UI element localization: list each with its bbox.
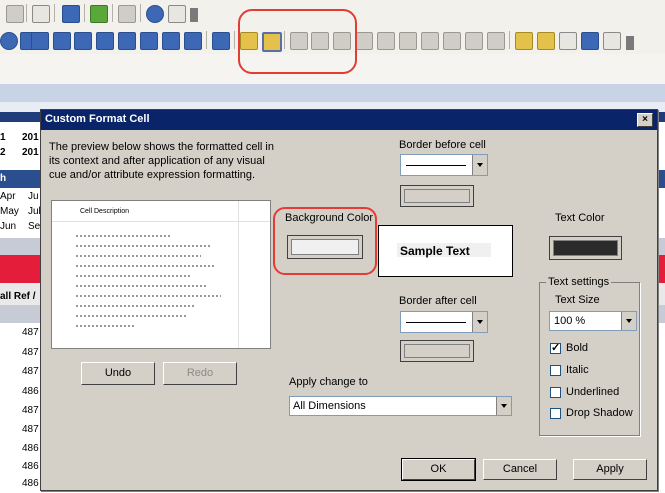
edit-icon[interactable] [118, 5, 136, 23]
calendar-icon[interactable] [162, 32, 180, 50]
preview-row [76, 295, 221, 297]
apply-change-label: Apply change to [289, 376, 368, 388]
preview-pane: Cell Description [51, 200, 271, 349]
drop-shadow-label: Drop Shadow [566, 407, 633, 419]
border-before-select[interactable] [400, 154, 488, 176]
preview-description: The preview below shows the formatted ce… [49, 141, 274, 181]
align-top-icon[interactable] [377, 32, 395, 50]
cancel-button[interactable]: Cancel [483, 459, 557, 480]
underlined-label: Underlined [566, 386, 620, 398]
dropdown-icon[interactable] [96, 32, 114, 50]
preview-row [76, 245, 211, 247]
chevron-down-icon[interactable] [472, 312, 487, 332]
text-color-swatch[interactable] [549, 236, 622, 260]
button-icon[interactable] [31, 32, 49, 50]
apply-change-select[interactable]: All Dimensions [289, 396, 512, 416]
toolbar-separator [509, 31, 510, 49]
line-style-preview [406, 165, 466, 166]
ok-button[interactable]: OK [401, 458, 476, 481]
preview-gridline [52, 221, 270, 222]
italic-checkbox[interactable] [550, 365, 561, 376]
preview-row [76, 285, 206, 287]
text-color-label: Text Color [555, 212, 605, 224]
align-middle-icon[interactable] [399, 32, 417, 50]
text-size-label: Text Size [555, 294, 600, 306]
drop-shadow-checkbox[interactable] [550, 408, 561, 419]
text-settings-label: Text settings [546, 276, 612, 288]
find-icon[interactable] [6, 5, 24, 23]
user-icon[interactable] [184, 32, 202, 50]
folder-icon[interactable] [537, 32, 555, 50]
text-size-select[interactable]: 100 % [549, 311, 637, 331]
line-style-preview [406, 322, 466, 323]
sheet-cell: all Ref / [0, 291, 36, 302]
sheet-top-band [0, 84, 665, 102]
apply-change-value: All Dimensions [293, 400, 366, 412]
search-icon[interactable] [140, 32, 158, 50]
same-height-icon[interactable] [487, 32, 505, 50]
toolbar-separator [112, 4, 113, 22]
preview-row [76, 255, 201, 257]
sample-text: Sample Text [400, 244, 470, 258]
toolbar-separator [54, 4, 55, 22]
toolbar-separator [206, 31, 207, 49]
undo-button[interactable]: Undo [81, 362, 155, 385]
context-help-icon[interactable] [168, 5, 186, 23]
navigate-icon[interactable] [0, 32, 18, 50]
sample-text-box: Sample Text [378, 225, 513, 277]
link-icon[interactable] [515, 32, 533, 50]
toolbar-separator [234, 31, 235, 49]
help-icon[interactable] [146, 5, 164, 23]
checkbox-icon[interactable] [32, 5, 50, 23]
preview-row [76, 275, 191, 277]
chart-icon[interactable] [212, 32, 230, 50]
align-bottom-icon[interactable] [421, 32, 439, 50]
custom-format-cell-dialog: Custom Format Cell × The preview below s… [40, 109, 658, 491]
toolbar-overflow-icon[interactable] [626, 36, 634, 50]
toolbar-separator [26, 4, 27, 22]
bold-label: Bold [566, 342, 589, 354]
toolbar-separator [84, 4, 85, 22]
bold-checkbox[interactable] [550, 341, 561, 354]
distribute-vertical-icon[interactable] [443, 32, 461, 50]
italic-label: Italic [566, 364, 589, 376]
toolbar-overflow-icon[interactable] [190, 8, 198, 22]
edit-document-icon[interactable] [559, 32, 577, 50]
preview-row [76, 235, 171, 237]
border-after-select[interactable] [400, 311, 488, 333]
list-icon[interactable] [74, 32, 92, 50]
chart-icon[interactable] [62, 5, 80, 23]
toolbar-separator [140, 4, 141, 22]
dialog-title: Custom Format Cell [45, 113, 150, 125]
preview-gridline [238, 201, 239, 348]
border-before-color[interactable] [400, 185, 474, 207]
border-before-label: Border before cell [399, 139, 486, 151]
underlined-checkbox[interactable] [550, 387, 561, 398]
sheet-cell: h [0, 173, 7, 184]
preview-header: Cell Description [80, 208, 130, 215]
bookmark-icon[interactable] [118, 32, 136, 50]
highlight-oval [238, 9, 357, 74]
text-icon[interactable] [53, 32, 71, 50]
chevron-down-icon[interactable] [621, 312, 636, 330]
redo-button[interactable]: Redo [163, 362, 237, 385]
border-after-color[interactable] [400, 340, 474, 362]
highlight-oval [273, 207, 377, 275]
chevron-down-icon[interactable] [496, 397, 511, 415]
network-icon[interactable] [581, 32, 599, 50]
text-size-value: 100 % [554, 315, 586, 327]
preview-row [76, 265, 216, 267]
document-settings-icon[interactable] [603, 32, 621, 50]
apply-button[interactable]: Apply [573, 459, 647, 480]
chevron-down-icon[interactable] [472, 155, 487, 175]
preview-row [76, 315, 186, 317]
dialog-title-bar: Custom Format Cell × [41, 110, 657, 130]
distribute-horizontal-icon[interactable] [355, 32, 373, 50]
preview-row [76, 305, 196, 307]
close-icon[interactable]: × [637, 113, 653, 127]
same-width-icon[interactable] [465, 32, 483, 50]
border-after-label: Border after cell [399, 295, 477, 307]
preview-row [76, 325, 136, 327]
star-icon[interactable] [90, 5, 108, 23]
